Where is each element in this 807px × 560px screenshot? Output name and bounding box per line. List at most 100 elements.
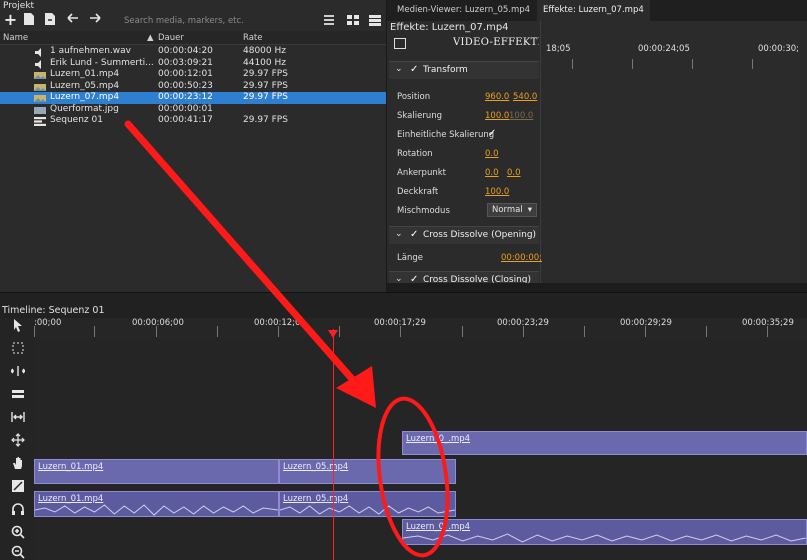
ruler-tick (572, 59, 573, 69)
ruler-tick (400, 326, 401, 337)
chevron-down-icon[interactable]: ⌄ (395, 274, 403, 283)
list-item[interactable]: Luzern_01.mp4 00:00:12:01 29.97 FPS (0, 69, 386, 81)
list-item[interactable]: Luzern_05.mp4 00:00:50:23 29.97 FPS (0, 81, 386, 93)
list-item[interactable]: Sequenz 01 00:00:41:17 29.97 FPS (0, 115, 386, 127)
new-file-icon[interactable] (21, 12, 36, 27)
position-x-value[interactable]: 960.0 (485, 92, 509, 102)
audio-headphones-icon[interactable] (10, 502, 26, 518)
project-list: 1 aufnehmen.wav 00:00:04:20 48000 Hz Erik L… (0, 46, 386, 127)
zoom-in-icon[interactable] (10, 525, 26, 541)
item-duration: 00:00:00:01 (158, 103, 213, 114)
timeline-ruler[interactable]: :00;00 00:00:06;00 00:00:12;0 00:00:17;2… (34, 318, 807, 338)
cross-dissolve-closing-section[interactable]: ⌄ ✓ Cross Dissolve (Closing) (389, 271, 539, 283)
checkmark-icon[interactable]: ✓ (410, 274, 418, 283)
ruler-tick (752, 59, 753, 69)
list-item[interactable]: 1 aufnehmen.wav 00:00:04:20 48000 Hz (0, 46, 386, 58)
hand-tool-icon[interactable] (10, 456, 26, 472)
timeline-tracks[interactable]: Luzern_0_.mp4 Luzern_01.mp4 Luzern_05.mp… (34, 338, 807, 560)
viewer-ruler-label: 18;05 (546, 44, 571, 54)
column-duration[interactable]: Dauer (158, 33, 184, 43)
grid-view-icon[interactable] (346, 13, 360, 27)
transform-section[interactable]: ⌄ ✓ Transform (389, 61, 539, 79)
rate-stretch-tool-icon[interactable] (10, 410, 26, 426)
audio-icon (34, 48, 46, 57)
length-value[interactable]: 00:00:00; (501, 253, 542, 263)
blend-mode-label: Mischmodus (397, 206, 450, 216)
checkmark-icon[interactable]: ✓ (410, 229, 418, 240)
search-input[interactable] (124, 14, 312, 28)
track-select-tool-icon[interactable] (10, 341, 26, 357)
cross-dissolve-opening-label: Cross Dissolve (Opening) (423, 230, 537, 240)
video-clip[interactable]: Luzern_0_.mp4 (402, 431, 807, 455)
horizontal-scrollbar[interactable] (387, 283, 807, 292)
zoom-out-icon[interactable] (10, 545, 26, 560)
tab-effects[interactable]: Effekte: Luzern_07.mp4 (537, 0, 650, 21)
item-name: Erik Lund - Summerti... (50, 57, 154, 68)
ruler-tick (462, 326, 463, 337)
slip-tool-icon[interactable] (10, 433, 26, 449)
scale-y-value[interactable]: 100.0 (509, 111, 533, 121)
item-name: Luzern_01.mp4 (50, 69, 120, 79)
import-file-icon[interactable] (42, 12, 57, 27)
undo-icon[interactable] (65, 12, 80, 27)
column-name[interactable]: Name (3, 33, 28, 43)
timeline-ruler-label: 00:00:06;00 (132, 318, 184, 328)
sequence-icon (34, 117, 46, 126)
item-name: 1 aufnehmen.wav (50, 46, 131, 56)
chevron-down-icon[interactable]: ⌄ (395, 229, 403, 239)
cross-dissolve-opening-section[interactable]: ⌄ ✓ Cross Dissolve (Opening) (389, 226, 539, 244)
list-view-icon[interactable] (322, 13, 336, 27)
item-duration: 00:00:23:12 (158, 92, 213, 102)
blend-mode-value: Normal (492, 205, 523, 215)
audio-waveform (403, 533, 806, 543)
item-name: Luzern_05.mp4 (50, 80, 120, 91)
playhead[interactable] (333, 329, 334, 560)
pen-tool-icon[interactable] (10, 479, 26, 495)
video-clip[interactable]: Luzern_05.mp4 (279, 459, 456, 484)
audio-clip[interactable]: Luzern_0_.mp4 (402, 519, 807, 545)
ripple-edit-tool-icon[interactable] (10, 364, 26, 380)
anchor-label: Ankerpunkt (397, 168, 446, 178)
anchor-y-value[interactable]: 0.0 (507, 168, 521, 178)
checkmark-icon[interactable]: ✓ (410, 64, 418, 75)
item-duration: 00:00:12:01 (158, 69, 213, 79)
uniform-scale-label: Einheitliche Skalierung (397, 130, 495, 140)
add-icon[interactable]: + (3, 12, 18, 28)
chevron-down-icon[interactable]: ⌄ (395, 64, 403, 74)
audio-clip[interactable]: Luzern_01.mp4 (34, 491, 279, 517)
audio-clip[interactable]: Luzern_05.mp4 (279, 491, 456, 517)
effects-toggle-icon[interactable] (394, 38, 406, 49)
effects-panel: Effekte: Luzern_07.mp4 VIDEO-EFFEKTE ⌄ ✓… (387, 21, 542, 292)
rotation-value[interactable]: 0.0 (485, 149, 499, 159)
length-label: Länge (397, 253, 423, 263)
tab-media-viewer[interactable]: Medien-Viewer: Luzern_05.mp4 (391, 0, 536, 21)
anchor-x-value[interactable]: 0.0 (485, 168, 499, 178)
ruler-tick (34, 326, 35, 337)
ruler-tick (523, 326, 524, 337)
column-rate[interactable]: Rate (243, 33, 263, 43)
blend-mode-select[interactable]: Normal ▾ (487, 203, 537, 217)
video-clip[interactable]: Luzern_01.mp4 (34, 459, 279, 484)
clip-label: Luzern_05.mp4 (283, 462, 349, 472)
position-y-value[interactable]: 540.0 (513, 92, 537, 102)
selection-tool-icon[interactable] (10, 318, 26, 334)
item-duration: 00:00:41:17 (158, 115, 213, 125)
uniform-scale-checkbox[interactable]: ✓ (488, 128, 496, 139)
project-panel: Projekt + Name ▲ Dauer Rate 1 aufnehmen.… (0, 0, 386, 292)
list-item[interactable]: Luzern_07.mp4 00:00:23:12 29.97 FPS (0, 92, 386, 104)
ruler-tick (645, 326, 646, 337)
ruler-tick (584, 326, 585, 337)
timeline-ruler-label: :00;00 (34, 318, 62, 328)
column-view-icon[interactable] (368, 13, 382, 27)
redo-icon[interactable] (87, 12, 102, 27)
opacity-value[interactable]: 100.0 (485, 187, 509, 197)
playhead-handle[interactable] (328, 330, 338, 338)
ruler-tick (94, 326, 95, 337)
item-rate: 29.97 FPS (243, 69, 288, 79)
video-icon (34, 71, 46, 79)
rolling-edit-tool-icon[interactable] (10, 387, 26, 403)
list-item[interactable]: Erik Lund - Summerti... 00:03:09:21 44100 … (0, 58, 386, 70)
list-item[interactable]: Querformat.jpg 00:00:00:01 (0, 104, 386, 116)
ruler-tick (632, 59, 633, 69)
scale-x-value[interactable]: 100.0 (485, 111, 509, 121)
